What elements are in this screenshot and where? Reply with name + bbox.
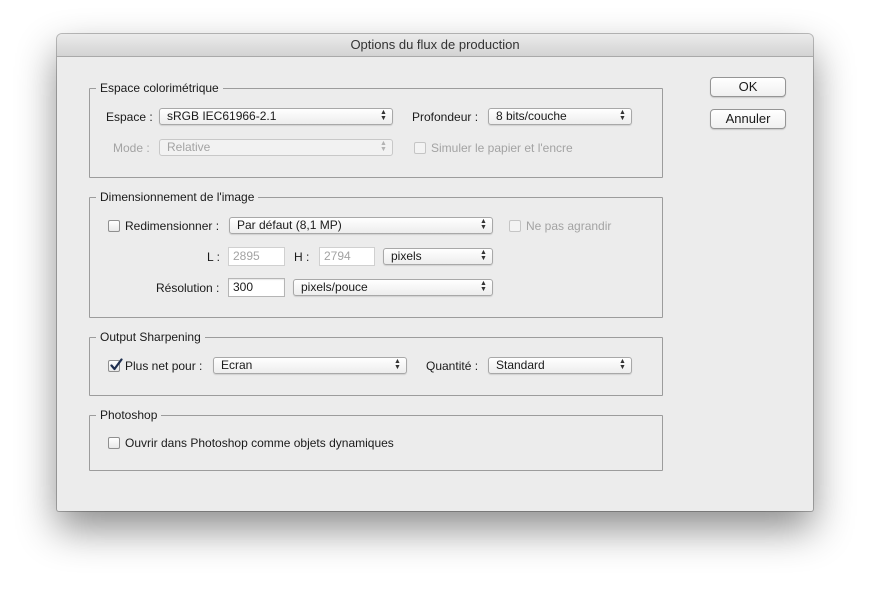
select-arrows-icon: ▲ ▼	[480, 249, 487, 262]
depth-select-value: 8 bits/couche	[496, 109, 567, 123]
space-label: Espace :	[106, 110, 153, 124]
resize-checkbox[interactable]	[108, 220, 120, 232]
no-enlarge-checkbox	[509, 220, 521, 232]
select-arrows-icon: ▲ ▼	[380, 109, 387, 122]
color-space-legend: Espace colorimétrique	[96, 80, 223, 96]
image-sizing-group: Dimensionnement de l'image	[89, 189, 663, 318]
units-select[interactable]: pixels ▲ ▼	[383, 248, 493, 265]
ok-button[interactable]: OK	[710, 77, 786, 97]
width-field: 2895	[228, 247, 285, 266]
mode-select: Relative ▲ ▼	[159, 139, 393, 156]
resolution-units-value: pixels/pouce	[301, 280, 368, 294]
resize-select-value: Par défaut (8,1 MP)	[237, 218, 342, 232]
height-field: 2794	[319, 247, 375, 266]
select-arrows-icon: ▲ ▼	[380, 140, 387, 153]
units-select-value: pixels	[391, 249, 422, 263]
mode-select-value: Relative	[167, 140, 211, 154]
smart-objects-label[interactable]: Ouvrir dans Photoshop comme objets dynam…	[125, 435, 394, 451]
dialog-title: Options du flux de production	[57, 34, 813, 57]
color-space-group: Espace colorimétrique	[89, 80, 663, 178]
sharpen-checkbox[interactable]	[108, 358, 123, 372]
space-select-value: sRGB IEC61966-2.1	[167, 109, 277, 123]
resolution-units-select[interactable]: pixels/pouce ▲ ▼	[293, 279, 493, 296]
resize-label[interactable]: Redimensionner :	[125, 218, 219, 234]
amount-select[interactable]: Standard ▲ ▼	[488, 357, 632, 374]
amount-label: Quantité :	[426, 359, 479, 373]
height-label: H :	[294, 250, 310, 264]
simulate-paper-label: Simuler le papier et l'encre	[431, 141, 573, 155]
space-select[interactable]: sRGB IEC61966-2.1 ▲ ▼	[159, 108, 393, 125]
select-arrows-icon: ▲ ▼	[480, 218, 487, 231]
resize-select[interactable]: Par défaut (8,1 MP) ▲ ▼	[229, 217, 493, 234]
width-label: L :	[207, 250, 220, 264]
output-sharpening-legend: Output Sharpening	[96, 329, 205, 345]
no-enlarge-label: Ne pas agrandir	[526, 219, 612, 233]
photoshop-legend: Photoshop	[96, 407, 162, 423]
sharpen-select-value: Ecran	[221, 358, 253, 372]
select-arrows-icon: ▲ ▼	[394, 358, 401, 371]
cancel-button[interactable]: Annuler	[710, 109, 786, 129]
select-arrows-icon: ▲ ▼	[619, 358, 626, 371]
workflow-options-dialog: Options du flux de production Espace col…	[57, 34, 813, 511]
simulate-paper-checkbox	[414, 142, 426, 154]
resolution-field[interactable]: 300	[228, 278, 285, 297]
select-arrows-icon: ▲ ▼	[480, 280, 487, 293]
select-arrows-icon: ▲ ▼	[619, 109, 626, 122]
image-sizing-legend: Dimensionnement de l'image	[96, 189, 259, 205]
sharpen-label[interactable]: Plus net pour :	[125, 358, 202, 374]
mode-label: Mode :	[113, 141, 150, 155]
sharpen-select[interactable]: Ecran ▲ ▼	[213, 357, 407, 374]
depth-label: Profondeur :	[412, 110, 479, 124]
resolution-label: Résolution :	[156, 281, 220, 295]
smart-objects-checkbox[interactable]	[108, 437, 120, 449]
depth-select[interactable]: 8 bits/couche ▲ ▼	[488, 108, 632, 125]
checkmark-icon	[110, 358, 123, 371]
amount-select-value: Standard	[496, 358, 545, 372]
